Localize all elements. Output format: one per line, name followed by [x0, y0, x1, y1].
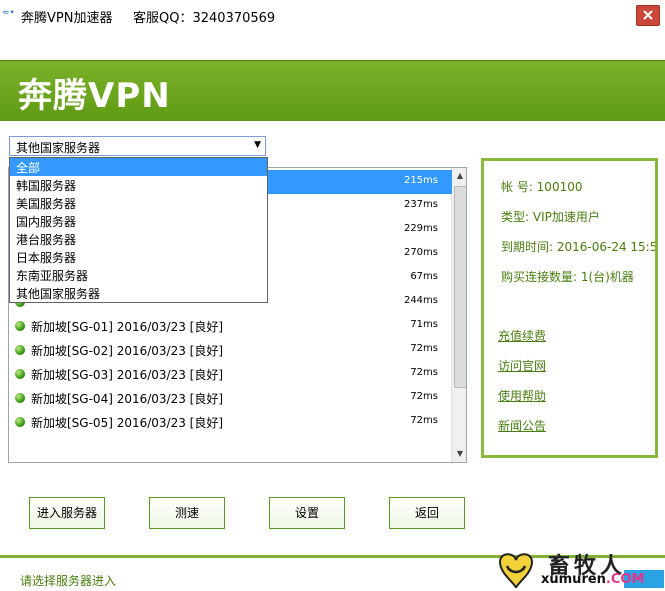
- watermark-url-suffix: .COM: [605, 572, 645, 587]
- window-title: 奔腾VPN加速器: [21, 11, 113, 26]
- status-dot-icon: [15, 321, 25, 331]
- server-row[interactable]: 新加坡[SG-03] 2016/03/23 [良好] 72ms: [9, 362, 452, 386]
- server-name: 新加坡[SG-03] 2016/03/23 [良好]: [31, 368, 224, 382]
- dropdown-option[interactable]: 港台服务器: [10, 230, 267, 248]
- status-dot-icon: [15, 393, 25, 403]
- server-name: 新加坡[SG-02] 2016/03/23 [良好]: [31, 344, 224, 358]
- status-dot-icon: [15, 369, 25, 379]
- select-value: 其他国家服务器: [16, 141, 101, 155]
- server-row[interactable]: 新加坡[SG-02] 2016/03/23 [良好] 72ms: [9, 338, 452, 362]
- status-dot-icon: [15, 417, 25, 427]
- support-qq: 客服QQ：3240370569: [133, 11, 276, 26]
- scroll-down-icon[interactable]: ▼: [452, 446, 466, 462]
- settings-button[interactable]: 设置: [269, 497, 345, 529]
- news-link[interactable]: 新闻公告: [498, 417, 546, 434]
- back-button[interactable]: 返回: [389, 497, 465, 529]
- dropdown-option[interactable]: 国内服务器: [10, 212, 267, 230]
- server-latency: 229ms: [403, 223, 438, 234]
- speedtest-button[interactable]: 测速: [149, 497, 225, 529]
- dropdown-option-label: 国内服务器: [16, 215, 77, 229]
- website-link[interactable]: 访问官网: [498, 357, 546, 374]
- account-number: 帐 号: 100100: [501, 180, 583, 194]
- server-latency: 72ms: [410, 343, 438, 354]
- watermark-url: xumuren.COM: [541, 572, 644, 587]
- dropdown-option-label: 韩国服务器: [16, 179, 77, 193]
- dropdown-option-label: 日本服务器: [16, 251, 77, 265]
- title-bar: ≈• 奔腾VPN加速器 客服QQ：3240370569: [0, 0, 665, 31]
- brand-logo: 奔腾VPN: [18, 76, 171, 116]
- enter-server-button[interactable]: 进入服务器: [29, 497, 105, 529]
- watermark-url-text: xumuren: [541, 572, 606, 587]
- help-link[interactable]: 使用帮助: [498, 387, 546, 404]
- expire-time: 到期时间: 2016-06-24 15:57: [501, 240, 658, 254]
- dropdown-option-label: 港台服务器: [16, 233, 77, 247]
- server-name: 新加坡[SG-05] 2016/03/23 [良好]: [31, 416, 224, 430]
- chevron-down-icon: ▼: [254, 140, 261, 150]
- dropdown-option[interactable]: 韩国服务器: [10, 176, 267, 194]
- scroll-thumb[interactable]: [454, 186, 466, 388]
- dropdown-option[interactable]: 其他国家服务器: [10, 284, 267, 302]
- status-dot-icon: [15, 345, 25, 355]
- server-category-select[interactable]: 其他国家服务器 ▼: [9, 136, 266, 156]
- server-latency: 244ms: [403, 295, 438, 306]
- server-name: 新加坡[SG-04] 2016/03/23 [良好]: [31, 392, 224, 406]
- server-row[interactable]: 新加坡[SG-05] 2016/03/23 [良好] 72ms: [9, 410, 452, 434]
- dropdown-option-label: 全部: [16, 161, 41, 175]
- close-button[interactable]: [636, 5, 660, 26]
- app-icon: ≈•: [2, 8, 15, 18]
- server-name: 新加坡[SG-01] 2016/03/23 [良好]: [31, 320, 224, 334]
- server-latency: 72ms: [410, 415, 438, 426]
- server-latency: 72ms: [410, 391, 438, 402]
- account-type: 类型: VIP加速用户: [501, 210, 600, 224]
- status-text: 请选择服务器进入: [20, 574, 117, 588]
- server-latency: 215ms: [403, 175, 438, 186]
- dropdown-option-label: 其他国家服务器: [16, 287, 101, 301]
- dropdown-option[interactable]: 全部: [10, 158, 267, 176]
- dropdown-option[interactable]: 美国服务器: [10, 194, 267, 212]
- server-latency: 72ms: [410, 367, 438, 378]
- server-row[interactable]: 新加坡[SG-04] 2016/03/23 [良好] 72ms: [9, 386, 452, 410]
- scrollbar[interactable]: ▲ ▼: [451, 168, 466, 462]
- server-latency: 270ms: [403, 247, 438, 258]
- server-latency: 71ms: [410, 319, 438, 330]
- close-icon: [643, 10, 653, 20]
- server-row[interactable]: 新加坡[SG-01] 2016/03/23 [良好] 71ms: [9, 314, 452, 338]
- server-category-dropdown[interactable]: 全部韩国服务器美国服务器国内服务器港台服务器日本服务器东南亚服务器 其他国家服务器: [9, 157, 268, 303]
- device-count: 购买连接数量: 1(台)机器: [501, 270, 634, 284]
- dropdown-option-label: 美国服务器: [16, 197, 77, 211]
- dropdown-option[interactable]: 日本服务器: [10, 248, 267, 266]
- dropdown-option-label: 东南亚服务器: [16, 269, 89, 283]
- dropdown-option[interactable]: 东南亚服务器: [10, 266, 267, 284]
- server-latency: 67ms: [410, 271, 438, 282]
- recharge-link[interactable]: 充值续费: [498, 327, 546, 344]
- account-info-panel: 帐 号: 100100 类型: VIP加速用户 到期时间: 2016-06-24…: [481, 158, 658, 458]
- scroll-up-icon[interactable]: ▲: [452, 168, 466, 184]
- server-latency: 237ms: [403, 199, 438, 210]
